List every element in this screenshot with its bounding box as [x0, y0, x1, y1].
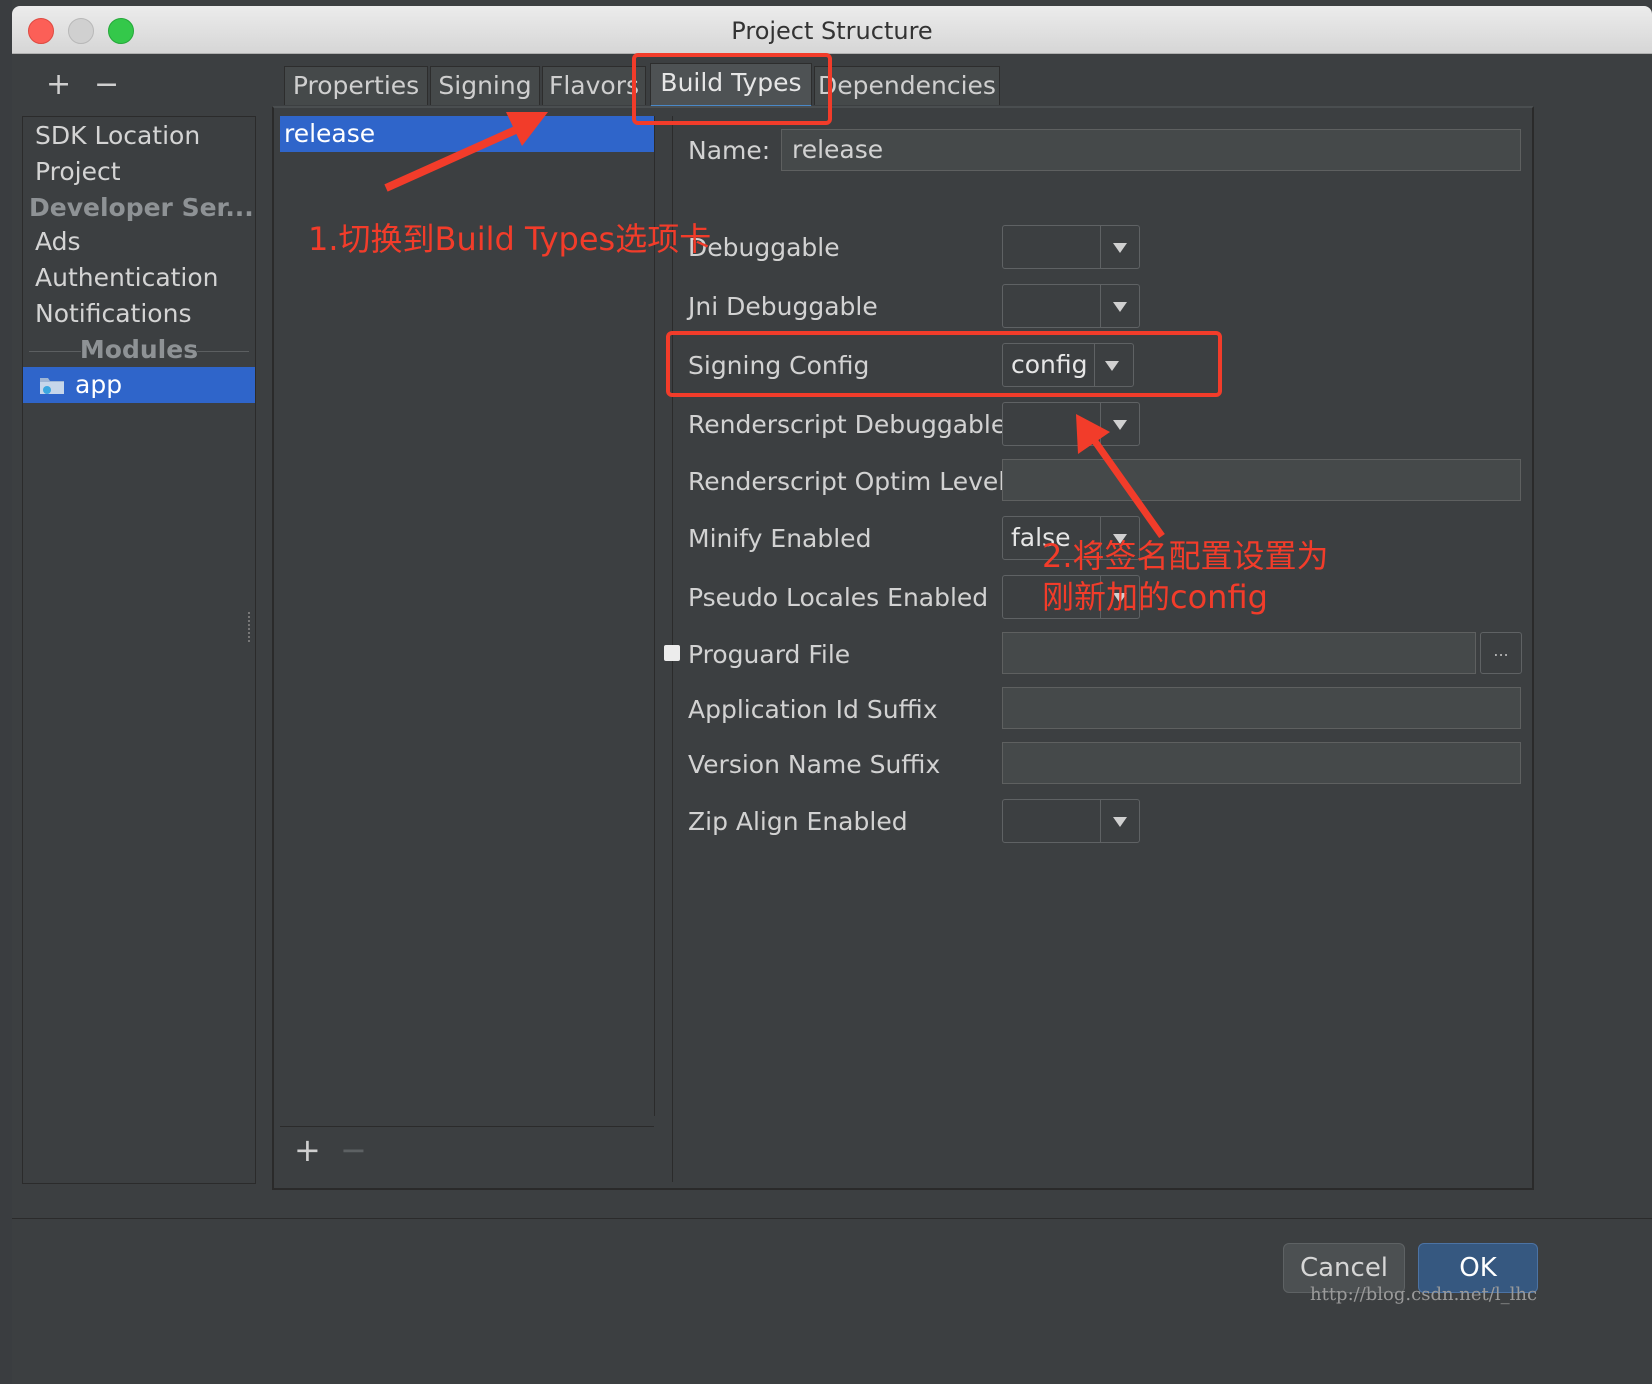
- annotation-step2-line2: 刚新加的config: [1042, 578, 1268, 616]
- annotation-arrow-2: [1076, 414, 1165, 539]
- annotation-step2-line1: 2.将签名配置设置为: [1042, 537, 1329, 575]
- annotation-arrows: [384, 112, 1165, 539]
- annotation-arrow-1: [384, 112, 548, 192]
- annotation-step1: 1.切换到Build Types选项卡: [308, 220, 712, 258]
